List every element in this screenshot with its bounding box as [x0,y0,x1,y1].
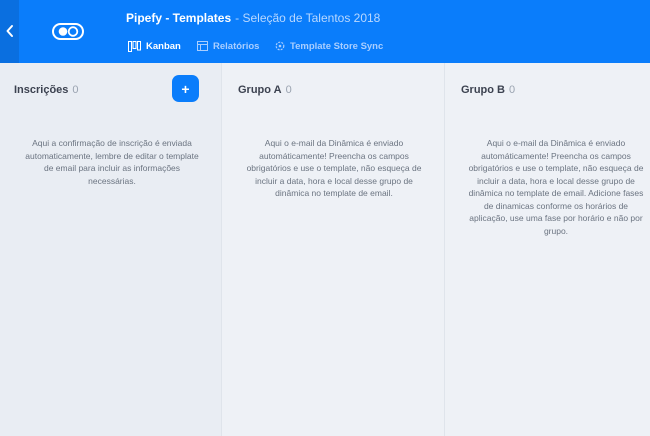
back-button[interactable] [0,0,19,63]
app-title: Pipefy - Templates [126,11,232,25]
kanban-icon [128,40,141,52]
phase-card-count: 0 [509,84,516,96]
tab-template-store-sync[interactable]: Template Store Sync [275,38,383,54]
phase-card-count: 0 [285,84,292,96]
tab-kanban[interactable]: Kanban [128,38,181,54]
tab-template-store-sync-label: Template Store Sync [290,40,384,52]
phase-header: Grupo A0 [238,84,292,96]
phase-description: Aqui a confirmação de inscrição é enviad… [25,138,199,186]
phase-title: Grupo B [461,84,505,96]
phase-title: Grupo A [238,84,282,96]
phase-column-inscricoes: Inscrições 0 + Aqui a confirmação de insc… [0,63,222,436]
tab-reports[interactable]: Relatórios [197,38,259,54]
tab-reports-label: Relatórios [213,40,260,52]
pipe-name: - Seleção de Talentos 2018 [235,11,381,25]
phase-description: Aqui o e-mail da Dinâmica é enviado auto… [468,138,644,236]
sync-icon [275,41,285,51]
phase-column-grupo-a: Grupo A0 Aqui o e-mail da Dinâmica é env… [222,63,445,436]
chevron-left-icon [6,25,13,37]
page-title: Pipefy - Templates - Seleção de Talentos … [126,11,380,25]
reports-icon [197,41,208,51]
phase-title: Inscrições [14,84,69,96]
add-card-button[interactable]: + [172,75,199,102]
tab-kanban-label: Kanban [146,40,181,52]
phase-description: Aqui o e-mail da Dinâmica é enviado auto… [246,138,422,198]
top-bar: Pipefy - Templates - Seleção de Talentos … [0,0,650,63]
pipe-toggle-icon[interactable] [52,23,84,40]
plus-icon: + [181,80,190,97]
phase-header: Grupo B 0 [461,84,515,96]
phase-card-count: 0 [72,84,79,96]
phase-header: Inscrições 0 [14,84,79,96]
phase-column-grupo-b: Grupo B 0 Aqui o e-mail da Dinâmica é env… [445,63,650,436]
